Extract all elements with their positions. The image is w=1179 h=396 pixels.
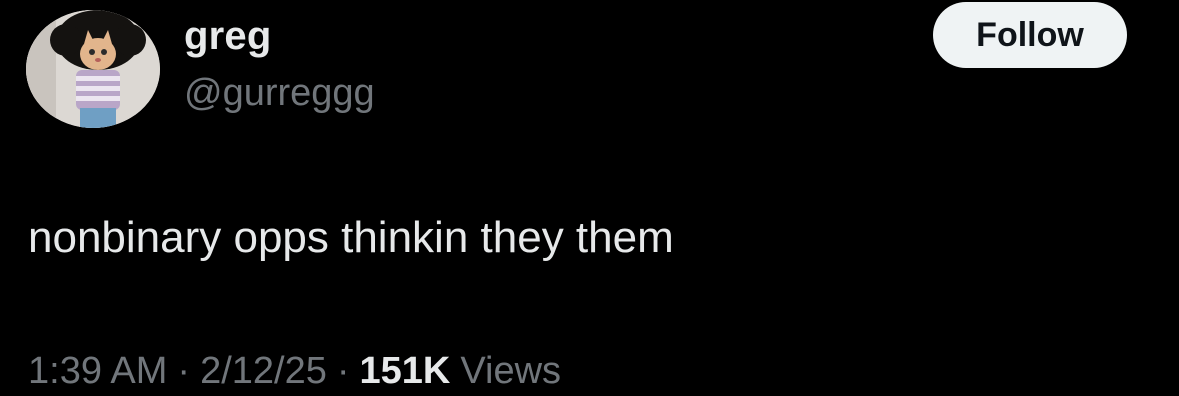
tweet-card: greg @gurreggg Follow nonbinary opps thi… <box>0 0 1179 392</box>
views-label: Views <box>460 350 562 392</box>
tweet-time[interactable]: 1:39 AM <box>28 346 167 396</box>
views-count[interactable]: 151K <box>360 346 451 396</box>
tweet-meta: 1:39 AM · 2/12/25 · 151K Views <box>28 346 561 396</box>
meta-separator: · <box>177 350 191 392</box>
meta-separator: · <box>336 350 350 392</box>
display-name[interactable]: greg <box>184 10 271 62</box>
tweet-date[interactable]: 2/12/25 <box>200 346 327 396</box>
user-handle[interactable]: @gurreggg <box>184 68 375 118</box>
follow-button[interactable]: Follow <box>933 2 1127 68</box>
tweet-text: nonbinary opps thinkin they them <box>28 213 674 262</box>
cat-avatar-icon <box>26 10 160 128</box>
avatar[interactable] <box>26 10 160 128</box>
